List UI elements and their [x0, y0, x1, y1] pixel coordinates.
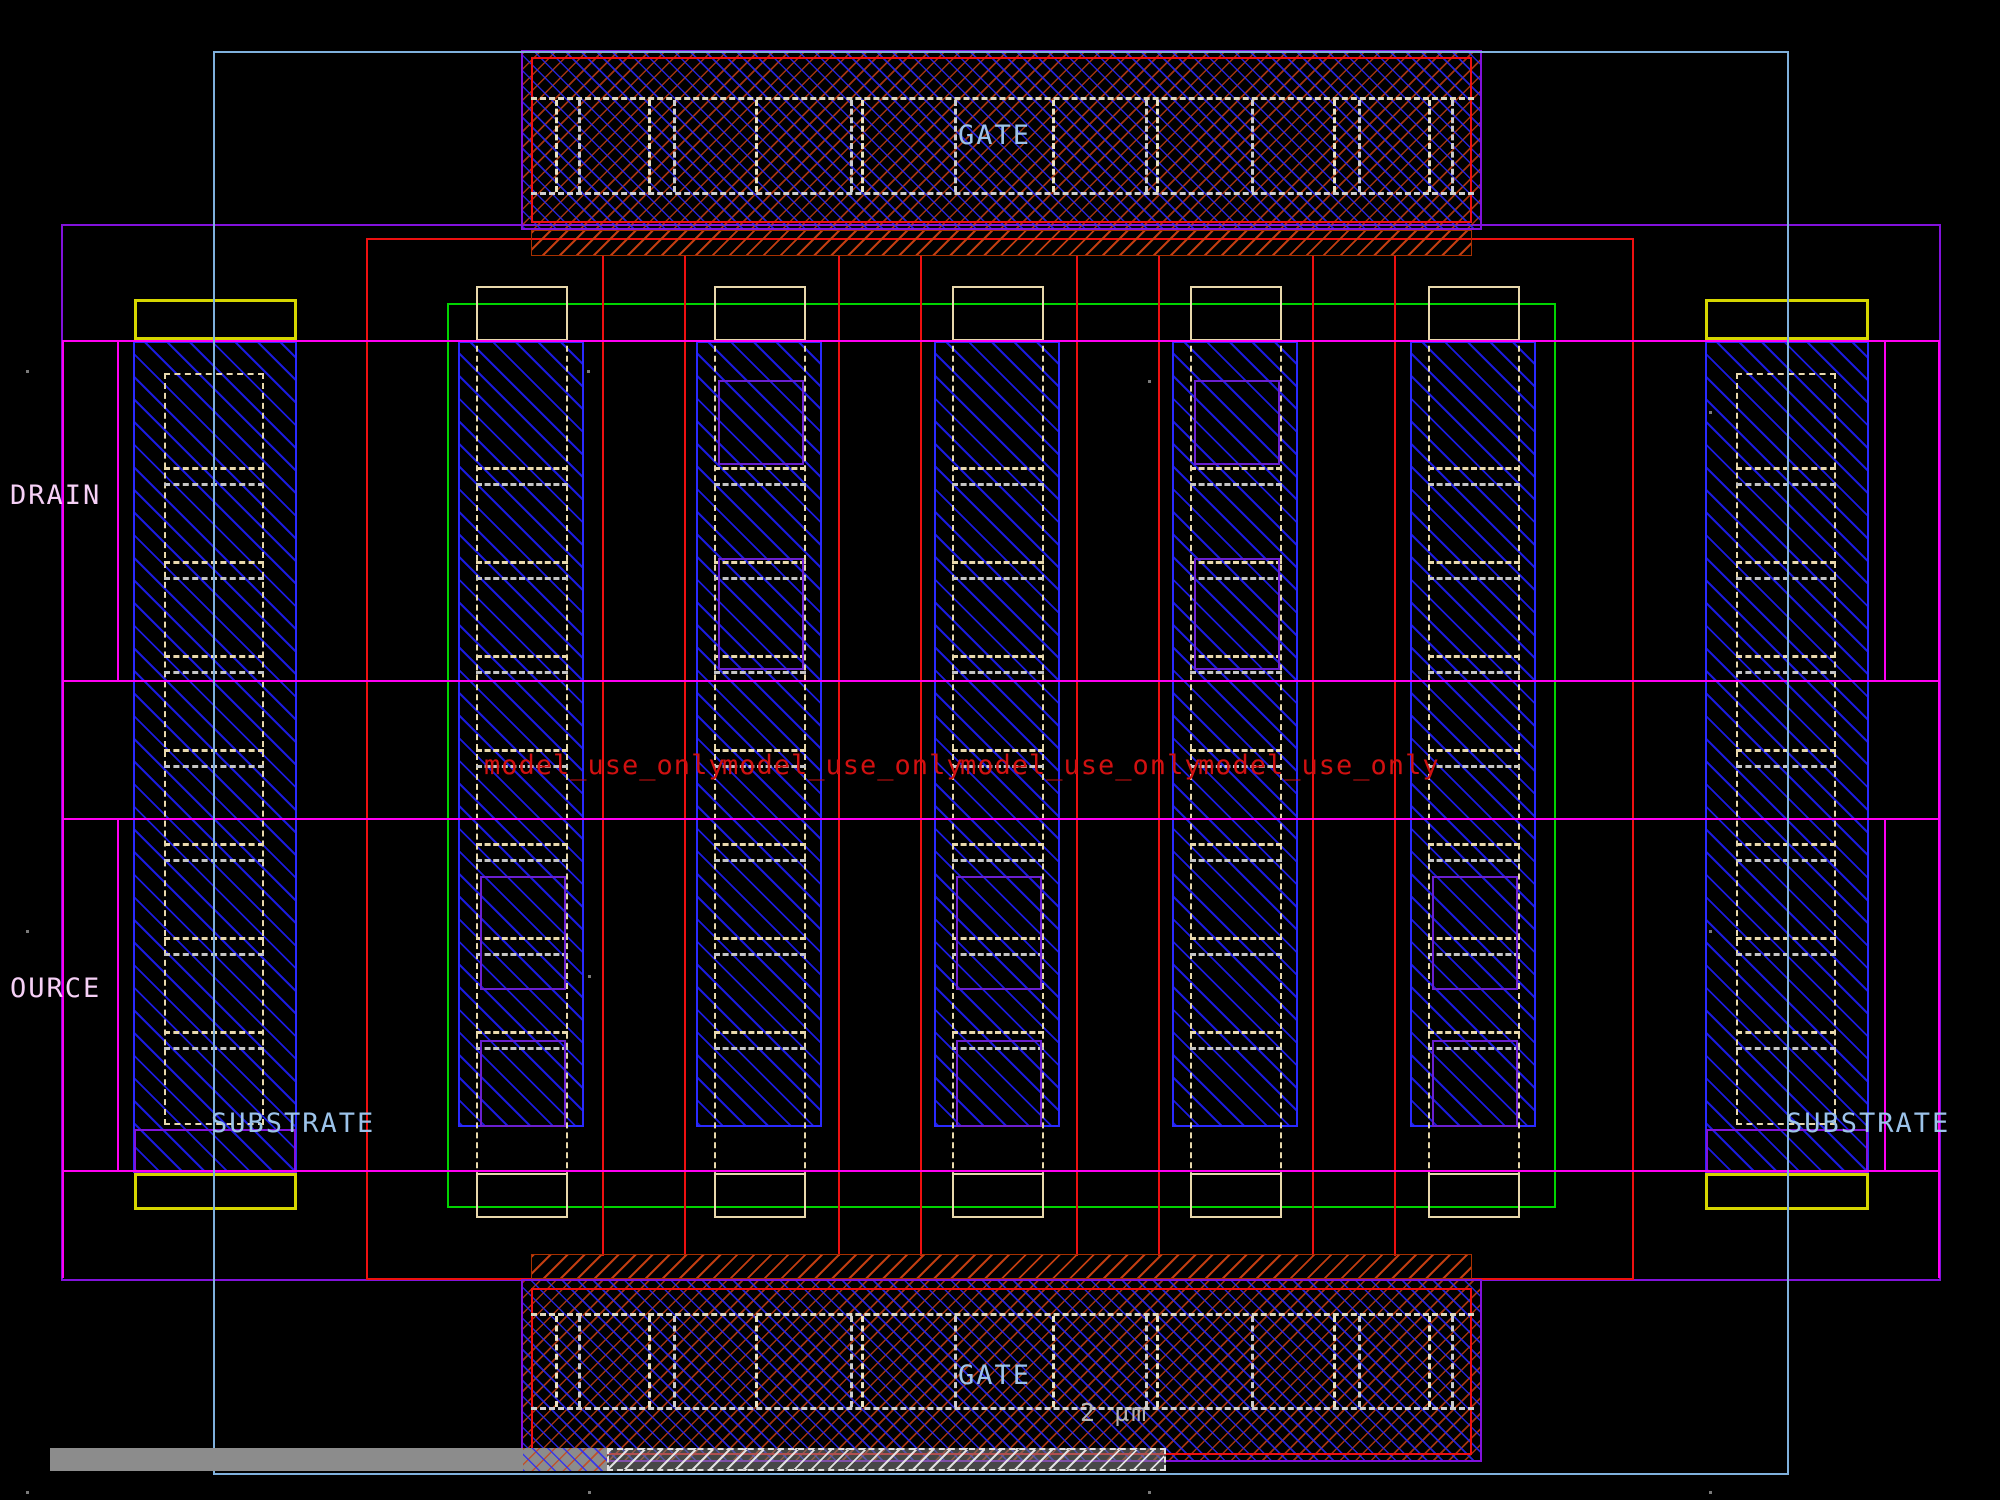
- drain-label: DRAIN: [10, 482, 101, 509]
- model-use-only-watermark: model_use_only: [1198, 752, 1440, 779]
- scale-bar-pad-overlay: [523, 1448, 607, 1471]
- grid-dot: [1148, 1491, 1151, 1494]
- substrate-label-left: SUBSTRATE: [211, 1110, 375, 1137]
- layout-canvas[interactable]: GATE GATE DRAIN OURCE SUBSTRATE SUBSTRAT…: [0, 0, 2000, 1500]
- substrate-label-right: SUBSTRATE: [1786, 1110, 1950, 1137]
- grid-dot: [588, 1491, 591, 1494]
- gate-label-bottom: GATE: [958, 1362, 1031, 1389]
- model-use-only-watermark: model_use_only: [484, 752, 726, 779]
- source-rail-inner-left[interactable]: [117, 818, 119, 1170]
- gate-label-top: GATE: [958, 122, 1031, 149]
- drain-rail-inner-left[interactable]: [117, 340, 119, 680]
- grid-dot: [1148, 380, 1151, 383]
- grid-dot: [1709, 930, 1712, 933]
- source-label: OURCE: [10, 975, 101, 1002]
- drain-rail-inner-right[interactable]: [1884, 340, 1886, 680]
- scale-label: 2 µm: [1080, 1400, 1148, 1425]
- model-use-only-watermark: model_use_only: [722, 752, 964, 779]
- grid-dot: [1709, 1491, 1712, 1494]
- scale-bar-hatched: [607, 1448, 1166, 1471]
- model-use-only-watermark: model_use_only: [960, 752, 1202, 779]
- grid-dot: [26, 370, 29, 373]
- grid-dot: [26, 930, 29, 933]
- grid-dot: [587, 370, 590, 373]
- grid-dot: [1709, 411, 1712, 414]
- grid-dot: [26, 1491, 29, 1494]
- grid-dot: [588, 975, 591, 978]
